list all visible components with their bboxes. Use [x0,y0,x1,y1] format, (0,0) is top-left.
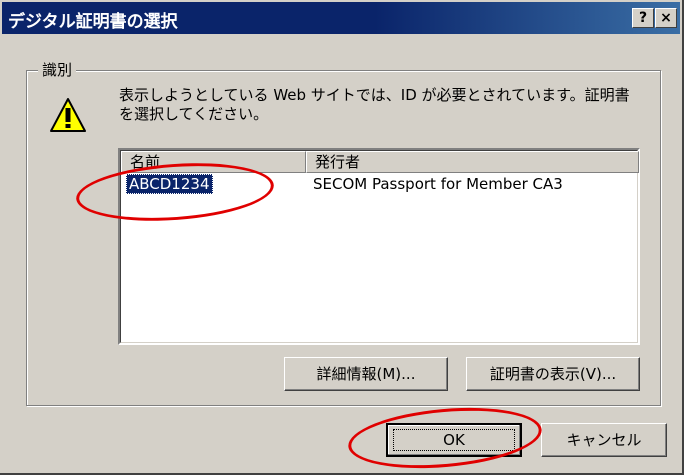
help-button[interactable]: ? [632,8,654,28]
window-title: デジタル証明書の選択 [8,12,178,32]
column-header-issuer[interactable]: 発行者 [306,151,639,173]
warning-icon [50,98,86,132]
title-bar[interactable]: デジタル証明書の選択 ? × [2,2,680,34]
identification-message: 表示しようとしている Web サイトでは、ID が必要とされています。証明書を選… [119,86,630,123]
cancel-button[interactable]: キャンセル [541,423,667,457]
certificate-select-dialog: デジタル証明書の選択 ? × 識別 表示しようとしている Web サイトでは、I… [0,0,684,475]
certificate-issuer: SECOM Passport for Member CA3 [313,175,563,193]
close-button[interactable]: × [655,8,677,28]
group-legend: 識別 [38,59,77,80]
details-button[interactable]: 詳細情報(M)... [284,357,448,391]
view-certificate-button[interactable]: 証明書の表示(V)... [466,357,640,391]
